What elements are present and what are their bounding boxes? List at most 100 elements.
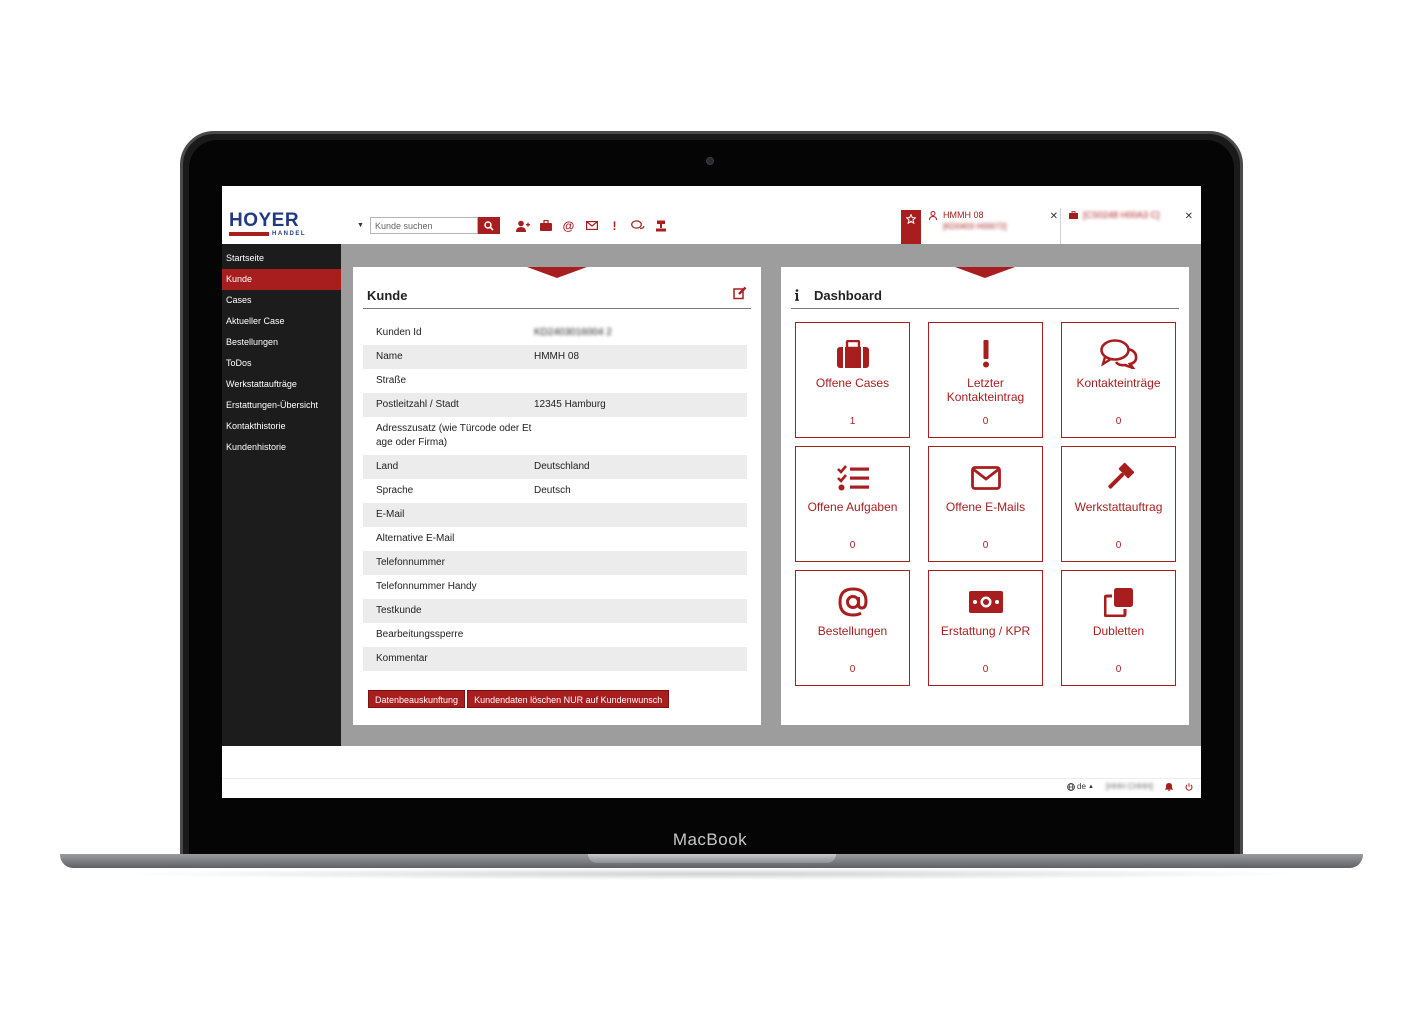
field-label: Sprache — [376, 485, 414, 496]
sidebar-item-todos[interactable]: ToDos — [222, 353, 341, 374]
data-disclosure-button[interactable]: Datenbeauskunftung — [368, 690, 466, 708]
tile-label: Letzter Kontakteintrag — [946, 376, 1025, 404]
tile-label: Erstattung / KPR — [940, 624, 1031, 638]
top-bar: HOYER HANDEL ▼ @ ! — [222, 186, 1201, 244]
search-icon — [484, 220, 494, 231]
field-value — [534, 369, 747, 393]
power-icon[interactable] — [1185, 782, 1193, 791]
field-value: Deutsch — [534, 485, 571, 496]
search-button[interactable] — [477, 217, 500, 234]
tile-label: Offene Cases — [815, 376, 890, 390]
tile-count: 0 — [1115, 540, 1122, 551]
field-value — [534, 599, 747, 623]
sidebar-item-kundenhistorie[interactable]: Kundenhistorie — [222, 437, 341, 458]
laptop-shadow — [110, 868, 1310, 880]
tile-label: Werkstattauftrag — [1074, 500, 1163, 514]
tile-count: 0 — [1115, 664, 1122, 675]
envelope-icon — [970, 466, 1001, 490]
open-tab-customer[interactable]: HMMH 08 [KD0403 H00072] ✕ — [926, 210, 1058, 244]
comments-icon — [1099, 339, 1137, 369]
add-user-icon[interactable] — [515, 218, 530, 233]
sidebar-item-bestellungen[interactable]: Bestellungen — [222, 332, 341, 353]
at-icon[interactable]: @ — [561, 218, 576, 233]
field-label: Straße — [376, 375, 407, 386]
customer-search: ▼ — [357, 217, 500, 234]
tile-label: Offene Aufgaben — [807, 500, 898, 514]
table-row: Kommentar — [363, 647, 747, 671]
close-icon[interactable]: ✕ — [1185, 211, 1193, 222]
tile-count: 0 — [982, 540, 989, 551]
briefcase-icon[interactable] — [538, 218, 553, 233]
envelope-icon[interactable] — [584, 218, 599, 233]
table-row: Land Deutschland — [363, 455, 747, 479]
sidebar-item-aktueller-case[interactable]: Aktueller Case — [222, 311, 341, 332]
search-input[interactable] — [369, 217, 478, 234]
logo-sub: HANDEL — [229, 231, 311, 237]
field-label: Name — [376, 351, 403, 362]
tile-erstattung-kpr[interactable]: Erstattung / KPR 0 — [928, 570, 1043, 686]
gavel-icon — [1107, 462, 1134, 489]
clone-icon — [1103, 588, 1133, 617]
sidebar-item-kunde[interactable]: Kunde — [222, 269, 341, 290]
delete-customer-data-button[interactable]: Kundendaten löschen NUR auf Kundenwunsch — [467, 690, 670, 708]
table-row: E-Mail — [363, 503, 747, 527]
gavel-icon[interactable] — [653, 218, 668, 233]
panel-arrow — [527, 267, 587, 278]
tile-label: Dubletten — [1092, 624, 1145, 638]
tile-count: 0 — [982, 664, 989, 675]
language-selector[interactable]: de ▲ — [1067, 782, 1094, 791]
field-label: Alternative E-Mail — [376, 533, 455, 544]
field-value — [534, 527, 747, 551]
info-icon — [795, 289, 799, 301]
user-icon — [929, 211, 937, 220]
field-value — [534, 623, 747, 647]
tile-label: Bestellungen — [817, 624, 888, 638]
tile-werkstattauftrag[interactable]: Werkstattauftrag 0 — [1061, 446, 1176, 562]
tasks-icon — [836, 465, 869, 491]
sidebar-item-werkstattauftraege[interactable]: Werkstattaufträge — [222, 374, 341, 395]
field-label: Adresszusatz (wie Türcode oder Etage ode… — [376, 423, 532, 448]
tile-offene-cases[interactable]: Offene Cases 1 — [795, 322, 910, 438]
logo-subtext: HANDEL — [272, 231, 306, 237]
kunde-actions: Datenbeauskunftung Kundendaten löschen N… — [368, 690, 670, 708]
tile-label: Offene E-Mails — [945, 500, 1026, 514]
hoyer-logo[interactable]: HOYER HANDEL — [229, 210, 311, 237]
table-row: Straße — [363, 369, 747, 393]
logo-text: HOYER — [229, 210, 300, 231]
field-value — [534, 551, 747, 575]
close-icon[interactable]: ✕ — [1050, 211, 1058, 222]
toolbar-icons: @ ! — [515, 218, 668, 233]
tab-customer-title: HMMH 08 — [943, 210, 984, 220]
tile-letzter-kontakteintrag[interactable]: Letzter Kontakteintrag 0 — [928, 322, 1043, 438]
laptop-notch — [588, 854, 836, 863]
tile-count: 1 — [849, 416, 856, 427]
bell-icon[interactable] — [1165, 782, 1173, 791]
sidebar-item-erstattungen[interactable]: Erstattungen-Übersicht — [222, 395, 341, 416]
field-value: HMMH 08 — [534, 351, 580, 362]
field-label: E-Mail — [376, 509, 405, 520]
tile-bestellungen[interactable]: Bestellungen 0 — [795, 570, 910, 686]
favorite-tab[interactable] — [901, 210, 921, 244]
tile-offene-emails[interactable]: Offene E-Mails 0 — [928, 446, 1043, 562]
edit-icon[interactable] — [733, 286, 747, 300]
field-label: Kunden Id — [376, 327, 422, 338]
sidebar-item-cases[interactable]: Cases — [222, 290, 341, 311]
tile-dubletten[interactable]: Dubletten 0 — [1061, 570, 1176, 686]
field-label: Postleitzahl / Stadt — [376, 399, 459, 410]
exclamation-icon[interactable]: ! — [607, 218, 622, 233]
sidebar-item-kontakthistorie[interactable]: Kontakthistorie — [222, 416, 341, 437]
tile-offene-aufgaben[interactable]: Offene Aufgaben 0 — [795, 446, 910, 562]
sidebar-item-startseite[interactable]: Startseite — [222, 248, 341, 269]
comments-icon[interactable] — [630, 218, 645, 233]
field-value — [534, 503, 747, 527]
briefcase-icon — [1069, 211, 1078, 219]
table-row: Sprache Deutsch — [363, 479, 747, 503]
open-tab-case[interactable]: [CS0248 H00A3 C] ✕ — [1067, 210, 1193, 230]
tile-kontakteintraege[interactable]: Kontakteinträge 0 — [1061, 322, 1176, 438]
search-mode-dropdown[interactable]: ▼ — [357, 222, 364, 229]
table-row: Name HMMH 08 — [363, 345, 747, 369]
exclamation-icon — [982, 340, 989, 368]
dashboard-panel: Dashboard Offene Cases 1 Letzter Kontakt… — [781, 267, 1189, 725]
tile-count: 0 — [1115, 416, 1122, 427]
tile-label: Kontakteinträge — [1076, 376, 1161, 390]
